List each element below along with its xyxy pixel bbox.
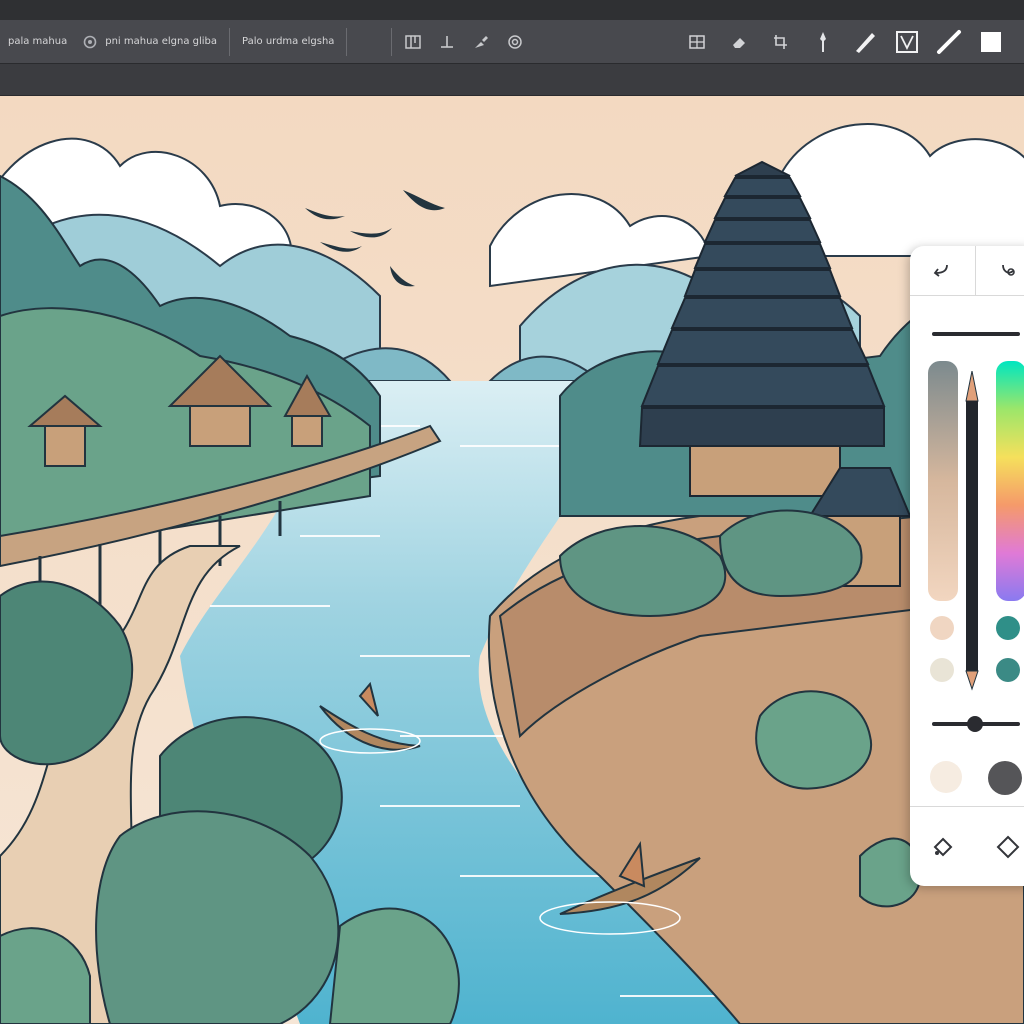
document-tabs: pala mahua pni mahua elgna gliba Palo ur… — [0, 20, 351, 63]
layout-icon[interactable] — [398, 27, 428, 57]
drawing-canvas[interactable] — [0, 96, 1024, 1024]
tab-divider — [346, 27, 348, 56]
pencil-icon[interactable] — [964, 370, 980, 691]
color-swatch-peach[interactable] — [930, 616, 954, 640]
color-swatch-dark-teal[interactable] — [996, 658, 1020, 682]
tab-document-1[interactable]: pala mahua — [0, 20, 75, 63]
right-tool-group — [676, 27, 1024, 57]
brush-palette-panel — [910, 246, 1024, 886]
crop-icon[interactable] — [766, 27, 796, 57]
tab-label: Palo urdma elgsha — [242, 36, 335, 47]
slider-track — [932, 332, 1020, 336]
drawing-app: pala mahua pni mahua elgna gliba Palo ur… — [0, 0, 1024, 1024]
line-icon[interactable] — [934, 27, 964, 57]
undo-icon[interactable] — [910, 246, 975, 295]
color-swatch-cream[interactable] — [930, 761, 962, 793]
toolbar-divider — [391, 27, 393, 56]
tone-gradient-strip[interactable] — [928, 361, 958, 601]
baseline-icon[interactable] — [432, 27, 462, 57]
tab-divider — [229, 27, 231, 56]
tab-document-3[interactable]: Palo urdma elgsha — [234, 20, 342, 63]
eraser-icon[interactable] — [724, 27, 754, 57]
brush-icon[interactable] — [850, 27, 880, 57]
title-strip — [0, 0, 1024, 20]
transform-icon[interactable] — [975, 807, 1024, 886]
history-row — [910, 246, 1024, 296]
grid-icon[interactable] — [682, 27, 712, 57]
options-bar — [0, 64, 1024, 96]
hue-gradient-strip[interactable] — [996, 361, 1024, 601]
pen-nib-icon[interactable] — [808, 27, 838, 57]
circle-icon — [83, 35, 97, 49]
color-swatch-sand[interactable] — [930, 658, 954, 682]
tab-document-2[interactable]: pni mahua elgna gliba — [75, 20, 225, 63]
redo-icon[interactable] — [974, 246, 1024, 295]
tab-label: pala mahua — [8, 36, 68, 47]
artwork-illustration — [0, 96, 1024, 1024]
brush-dropper-icon[interactable] — [466, 27, 496, 57]
square-icon[interactable] — [976, 27, 1006, 57]
selection-tools-row — [910, 806, 1024, 886]
circle-target-icon[interactable] — [500, 27, 530, 57]
slider-knob[interactable] — [967, 716, 983, 732]
left-tool-group — [396, 20, 532, 63]
frame-icon[interactable] — [892, 27, 922, 57]
color-swatch-teal[interactable] — [996, 616, 1020, 640]
tab-label: pni mahua elgna gliba — [105, 36, 218, 47]
opacity-slider[interactable] — [932, 716, 1024, 732]
color-swatch-grey[interactable] — [988, 761, 1022, 795]
brush-size-slider[interactable] — [932, 326, 1020, 342]
main-toolbar: pala mahua pni mahua elgna gliba Palo ur… — [0, 20, 1024, 64]
lasso-icon[interactable] — [910, 807, 975, 886]
